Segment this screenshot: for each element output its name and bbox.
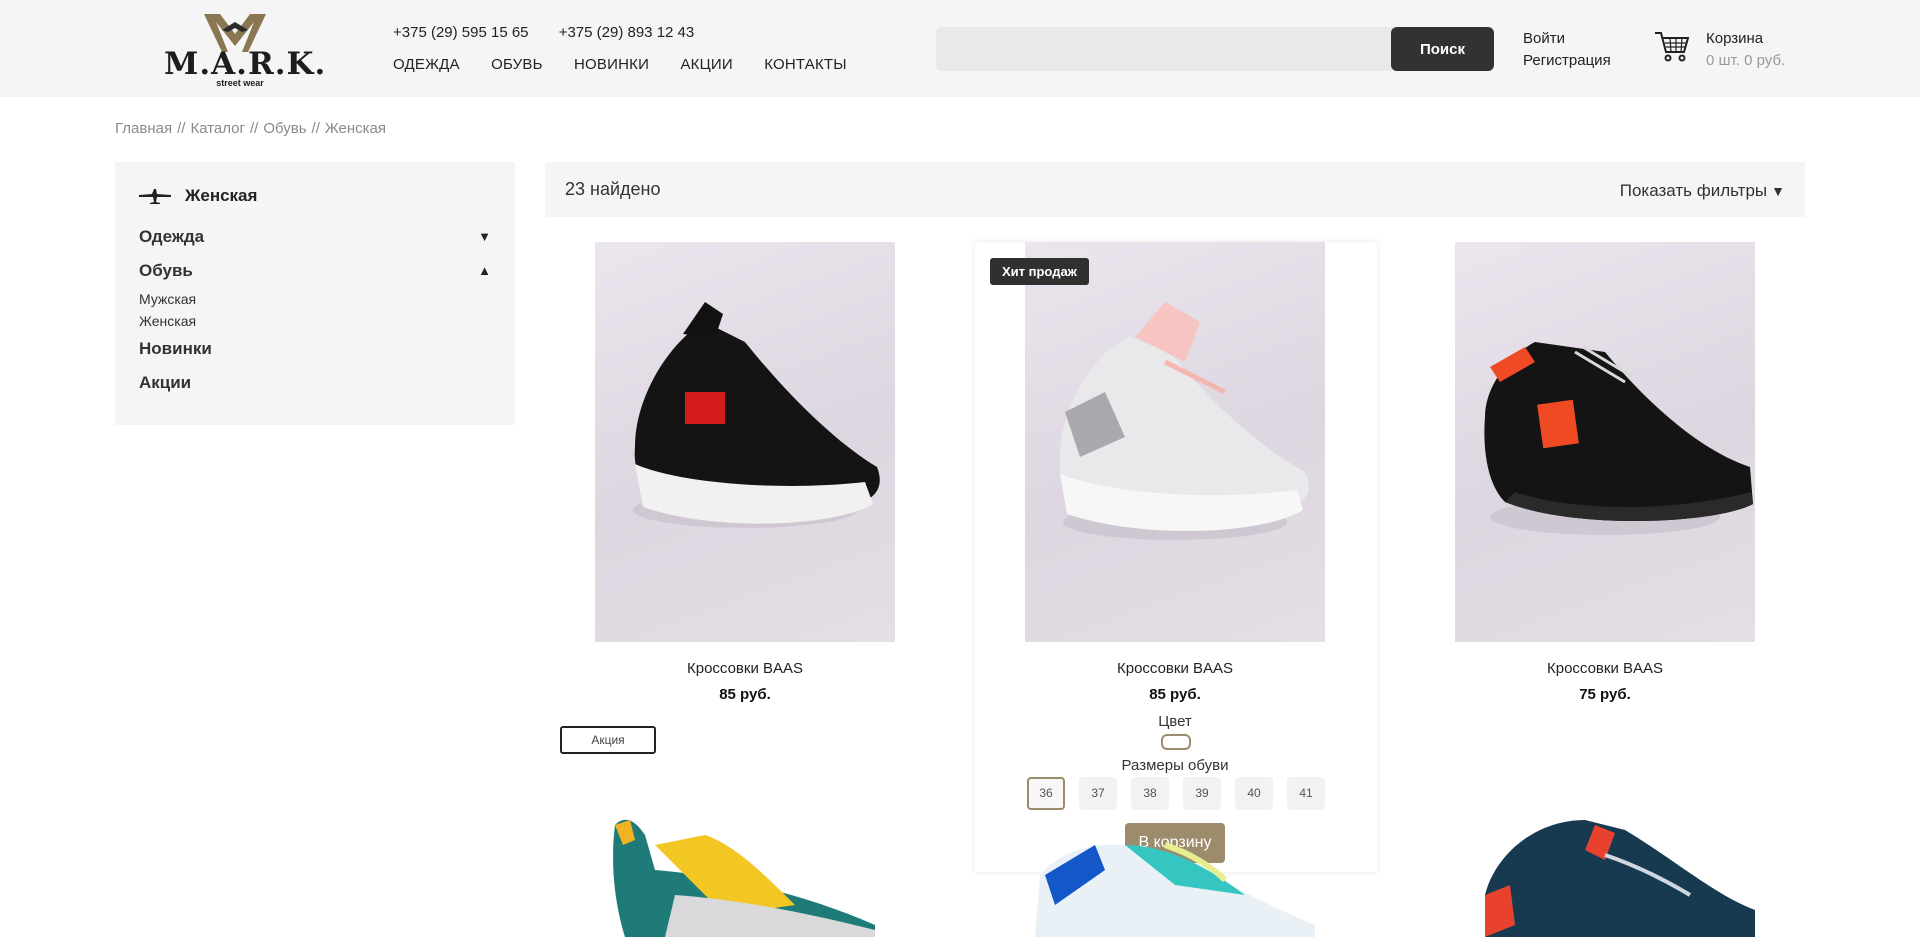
- size-option-36[interactable]: 36: [1027, 777, 1065, 810]
- results-count: 23 найдено: [565, 179, 661, 199]
- product-image[interactable]: [1455, 815, 1755, 937]
- cart-summary[interactable]: Корзина 0 шт. 0 руб.: [1706, 28, 1785, 72]
- sidebar-title-label: Женская: [185, 186, 258, 205]
- cart-title: Корзина: [1706, 30, 1764, 47]
- sidebar-item-sales[interactable]: Акции: [139, 373, 491, 393]
- color-label: Цвет: [1158, 713, 1192, 730]
- show-filters-label: Показать фильтры: [1619, 181, 1768, 200]
- breadcrumb-separator: //: [177, 120, 186, 137]
- sidebar-item-shoes[interactable]: Обувь ▲: [139, 261, 491, 281]
- product-image[interactable]: [595, 815, 895, 937]
- product-price: 85 руб.: [1149, 686, 1201, 703]
- size-option-38[interactable]: 38: [1131, 777, 1169, 810]
- sneaker-image: [1035, 842, 1315, 937]
- nav-new[interactable]: НОВИНКИ: [574, 56, 649, 73]
- product-card[interactable]: Хит продаж Кроссовки BAAS 85 руб. Цвет Р…: [975, 242, 1377, 872]
- sneaker-image: [1485, 820, 1755, 937]
- sidebar-item-label: Одежда: [139, 227, 205, 246]
- nav-contacts[interactable]: КОНТАКТЫ: [764, 56, 847, 73]
- site-header: M.A.R.K. street wear +375 (29) 595 15 65…: [0, 0, 1920, 97]
- breadcrumb-shoes[interactable]: Обувь: [263, 120, 306, 137]
- register-link[interactable]: Регистрация: [1523, 50, 1611, 72]
- product-price: 75 руб.: [1579, 686, 1631, 703]
- sneaker-image: [1059, 302, 1309, 540]
- sneaker-image: [633, 302, 880, 528]
- main-nav: ОДЕЖДА ОБУВЬ НОВИНКИ АКЦИИ КОНТАКТЫ: [393, 56, 874, 73]
- logo[interactable]: M.A.R.K. street wear: [160, 10, 327, 88]
- breadcrumb: Главная//Каталог//Обувь//Женская: [115, 120, 386, 137]
- search-bar: Поиск: [936, 27, 1494, 71]
- product-image[interactable]: [1455, 242, 1755, 642]
- breadcrumb-separator: //: [249, 120, 259, 137]
- category-sidebar: Женская Одежда ▼ Обувь ▲ Мужская Женская…: [115, 162, 515, 425]
- phone-1[interactable]: +375 (29) 595 15 65: [393, 24, 529, 41]
- cart-count: 0 шт. 0 руб.: [1706, 52, 1786, 69]
- sidebar-title: Женская: [139, 186, 257, 206]
- size-option-40[interactable]: 40: [1235, 777, 1273, 810]
- sidebar-subitem-men[interactable]: Мужская: [139, 291, 196, 307]
- phone-list: +375 (29) 595 15 65 +375 (29) 893 12 43: [393, 24, 720, 41]
- logo-subtitle: street wear: [216, 78, 264, 88]
- chevron-down-icon[interactable]: ▼: [478, 229, 491, 244]
- breadcrumb-catalog[interactable]: Каталог: [190, 120, 245, 137]
- auth-links: Войти Регистрация: [1523, 28, 1611, 72]
- sidebar-item-label: Акции: [139, 373, 192, 392]
- product-image[interactable]: [1025, 242, 1325, 642]
- logo-text: M.A.R.K.: [164, 46, 327, 82]
- results-bar: 23 найдено Показать фильтры ▼: [545, 162, 1805, 217]
- bestseller-badge: Хит продаж: [990, 258, 1089, 285]
- show-filters-button[interactable]: Показать фильтры ▼: [1620, 181, 1785, 201]
- plane-icon: [139, 189, 171, 204]
- breadcrumb-home[interactable]: Главная: [115, 120, 172, 137]
- size-label: Размеры обуви: [1121, 757, 1229, 774]
- product-image[interactable]: [595, 242, 895, 642]
- chevron-up-icon[interactable]: ▲: [478, 263, 491, 278]
- nav-clothing[interactable]: ОДЕЖДА: [393, 56, 460, 73]
- sneaker-image: [613, 819, 875, 937]
- breadcrumb-current: Женская: [324, 120, 387, 137]
- color-swatch[interactable]: [1161, 734, 1191, 750]
- sidebar-item-clothing[interactable]: Одежда ▼: [139, 227, 491, 247]
- sidebar-subitem-women[interactable]: Женская: [139, 313, 196, 329]
- breadcrumb-separator: //: [311, 120, 320, 137]
- product-name[interactable]: Кроссовки BAAS: [545, 660, 945, 677]
- sidebar-item-label: Обувь: [139, 261, 193, 280]
- product-name[interactable]: Кроссовки BAAS: [975, 660, 1375, 677]
- product-image[interactable]: [1025, 815, 1325, 937]
- sale-badge: Акция: [560, 726, 656, 754]
- sidebar-item-label: Новинки: [139, 339, 212, 358]
- nav-shoes[interactable]: ОБУВЬ: [491, 56, 543, 73]
- product-price: 85 руб.: [719, 686, 771, 703]
- sneaker-image: [1484, 342, 1753, 535]
- nav-sales[interactable]: АКЦИИ: [680, 56, 732, 73]
- search-input[interactable]: [936, 27, 1391, 71]
- size-options: 36 37 38 39 40 41: [1027, 777, 1339, 810]
- search-button[interactable]: Поиск: [1391, 27, 1494, 71]
- phone-2[interactable]: +375 (29) 893 12 43: [559, 24, 695, 41]
- sidebar-item-new[interactable]: Новинки: [139, 339, 491, 359]
- product-name[interactable]: Кроссовки BAAS: [1405, 660, 1805, 677]
- login-link[interactable]: Войти: [1523, 28, 1611, 50]
- size-option-37[interactable]: 37: [1079, 777, 1117, 810]
- chevron-down-icon: ▼: [1771, 183, 1785, 199]
- size-option-41[interactable]: 41: [1287, 777, 1325, 810]
- size-option-39[interactable]: 39: [1183, 777, 1221, 810]
- cart-icon[interactable]: [1654, 30, 1690, 64]
